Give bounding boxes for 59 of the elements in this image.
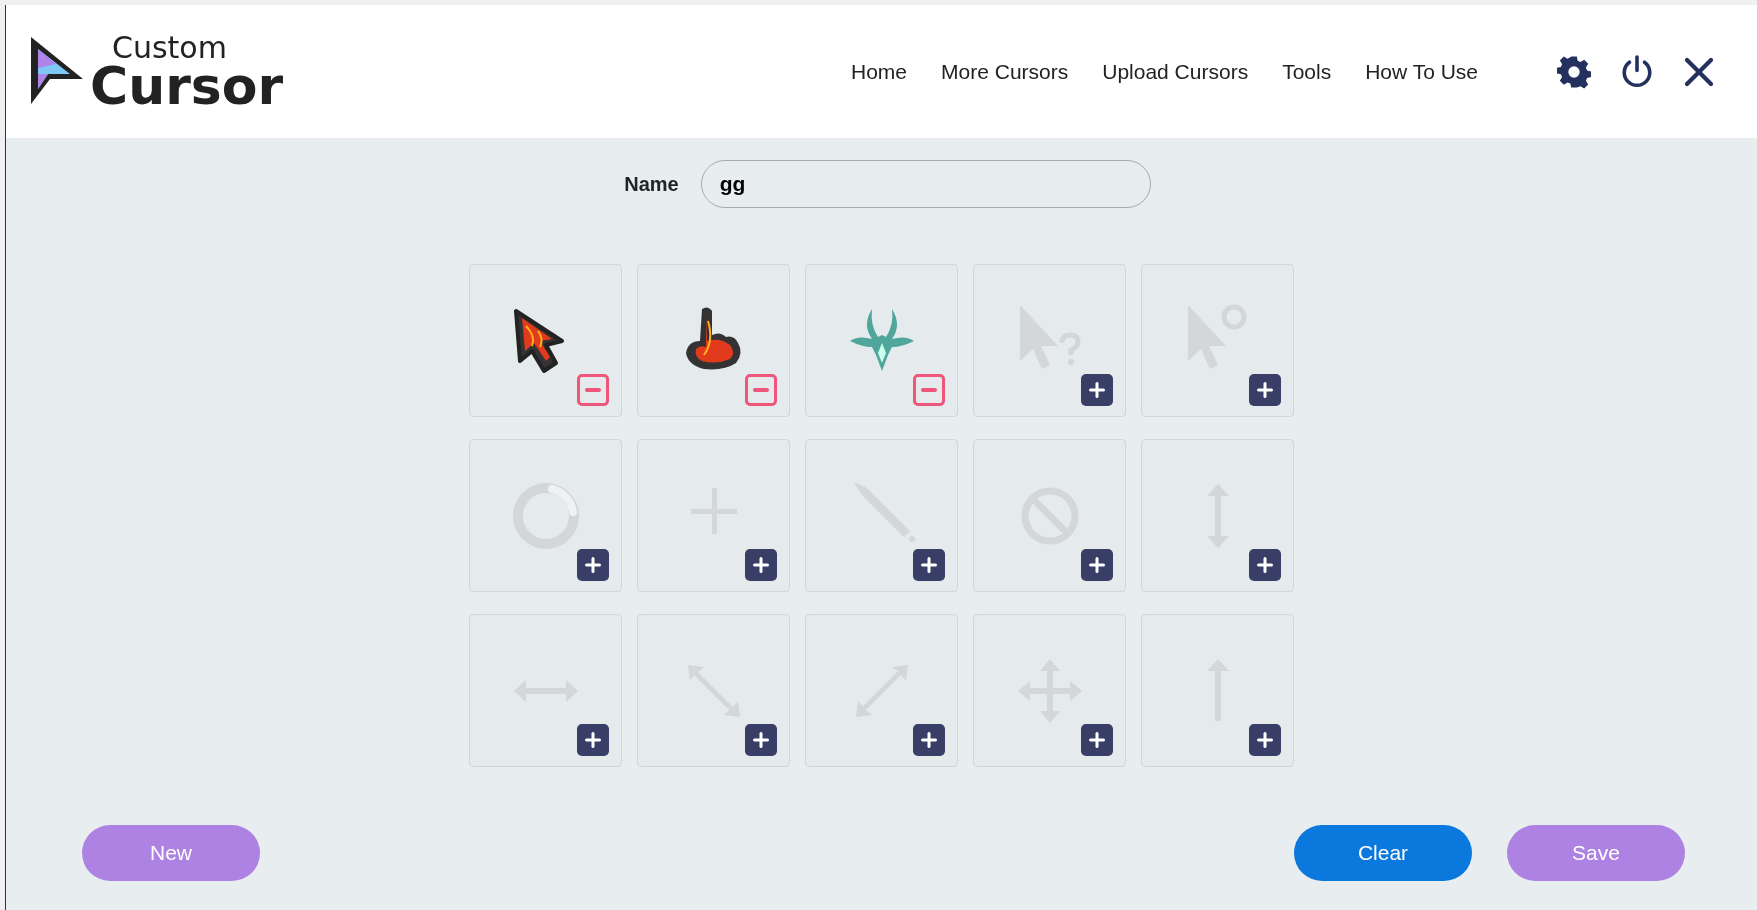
- minus-icon: [585, 388, 601, 392]
- ring-icon: [512, 482, 579, 549]
- remove-button[interactable]: [577, 374, 609, 406]
- add-button[interactable]: [1249, 549, 1281, 581]
- wing-emblem-icon: [849, 308, 914, 371]
- add-button[interactable]: [1081, 549, 1113, 581]
- minus-icon: [921, 388, 937, 392]
- cursor-slot[interactable]: [469, 439, 622, 592]
- nav-link[interactable]: Tools: [1265, 55, 1349, 88]
- nav-link[interactable]: Upload Cursors: [1085, 55, 1266, 88]
- nav-link[interactable]: Home: [834, 55, 925, 88]
- cursor-slot[interactable]: [1141, 439, 1294, 592]
- add-button[interactable]: [1249, 374, 1281, 406]
- plus-icon: [921, 557, 937, 573]
- cursor-slot[interactable]: [973, 439, 1126, 592]
- name-label: Name: [624, 172, 679, 197]
- cursor-slot[interactable]: [637, 264, 790, 417]
- add-button[interactable]: [745, 724, 777, 756]
- add-button[interactable]: [1081, 374, 1113, 406]
- move-arrows-icon: [1017, 658, 1082, 723]
- add-button[interactable]: [1081, 724, 1113, 756]
- flame-hand-icon: [685, 306, 741, 369]
- cursor-slot[interactable]: [1141, 614, 1294, 767]
- plus-icon: [1089, 557, 1105, 573]
- plus-icon: [1257, 732, 1273, 748]
- cursor-slot[interactable]: [805, 439, 958, 592]
- cursor-slot[interactable]: [973, 614, 1126, 767]
- minus-icon: [753, 388, 769, 392]
- plus-icon: [921, 732, 937, 748]
- plus-icon: [753, 732, 769, 748]
- remove-button[interactable]: [745, 374, 777, 406]
- clear-button[interactable]: Clear: [1294, 825, 1472, 881]
- plus-icon: [1089, 732, 1105, 748]
- flame-arrow-icon: [513, 308, 564, 373]
- cursor-slot[interactable]: [469, 264, 622, 417]
- cursor-slot[interactable]: [1141, 264, 1294, 417]
- add-button[interactable]: [1249, 724, 1281, 756]
- cursor-slot[interactable]: [469, 614, 622, 767]
- plus-icon: [753, 557, 769, 573]
- logo-text: Custom: [112, 33, 227, 64]
- add-button[interactable]: [913, 549, 945, 581]
- add-button[interactable]: [913, 724, 945, 756]
- remove-button[interactable]: [913, 374, 945, 406]
- name-field[interactable]: gg: [700, 160, 1151, 208]
- cursor-slot[interactable]: [637, 439, 790, 592]
- nav-link[interactable]: How To Use: [1348, 55, 1495, 88]
- nav-link[interactable]: More Cursors: [924, 55, 1086, 88]
- logo-text: Cursor: [90, 63, 284, 110]
- add-button[interactable]: [577, 724, 609, 756]
- cursor-slot[interactable]: [805, 614, 958, 767]
- plus-icon: [585, 557, 601, 573]
- cursor-slot[interactable]: [973, 264, 1126, 417]
- plus-icon: [1257, 557, 1273, 573]
- add-button[interactable]: [745, 549, 777, 581]
- add-button[interactable]: [577, 549, 609, 581]
- plus-icon: [1257, 382, 1273, 398]
- plus-icon: [1089, 382, 1105, 398]
- cursor-slot[interactable]: [637, 614, 790, 767]
- plus-icon: [585, 732, 601, 748]
